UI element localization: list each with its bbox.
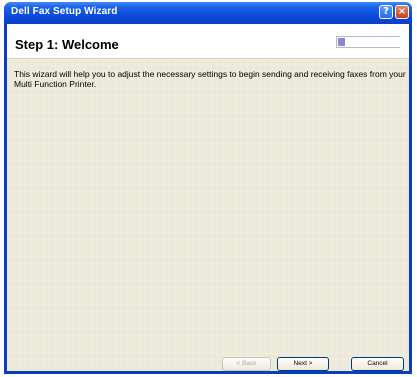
wizard-client-area: Step 1: Welcome This wizard will help yo… (7, 24, 409, 371)
wizard-header: Step 1: Welcome (7, 24, 409, 59)
next-button[interactable]: Next > (277, 357, 329, 371)
back-button[interactable]: < Back (222, 357, 271, 371)
help-icon[interactable]: ? (379, 5, 393, 19)
page-title: Step 1: Welcome (15, 37, 119, 52)
welcome-description: This wizard will help you to adjust the … (14, 69, 406, 89)
progress-indicator (336, 36, 400, 48)
close-icon[interactable]: × (395, 5, 409, 19)
cancel-button[interactable]: Cancel (351, 357, 404, 371)
wizard-window: Dell Fax Setup Wizard ? × Step 1: Welcom… (4, 2, 412, 374)
title-bar[interactable]: Dell Fax Setup Wizard ? × (4, 2, 412, 24)
progress-fill (338, 38, 345, 46)
window-title: Dell Fax Setup Wizard (11, 6, 118, 17)
wizard-body: This wizard will help you to adjust the … (7, 59, 409, 371)
